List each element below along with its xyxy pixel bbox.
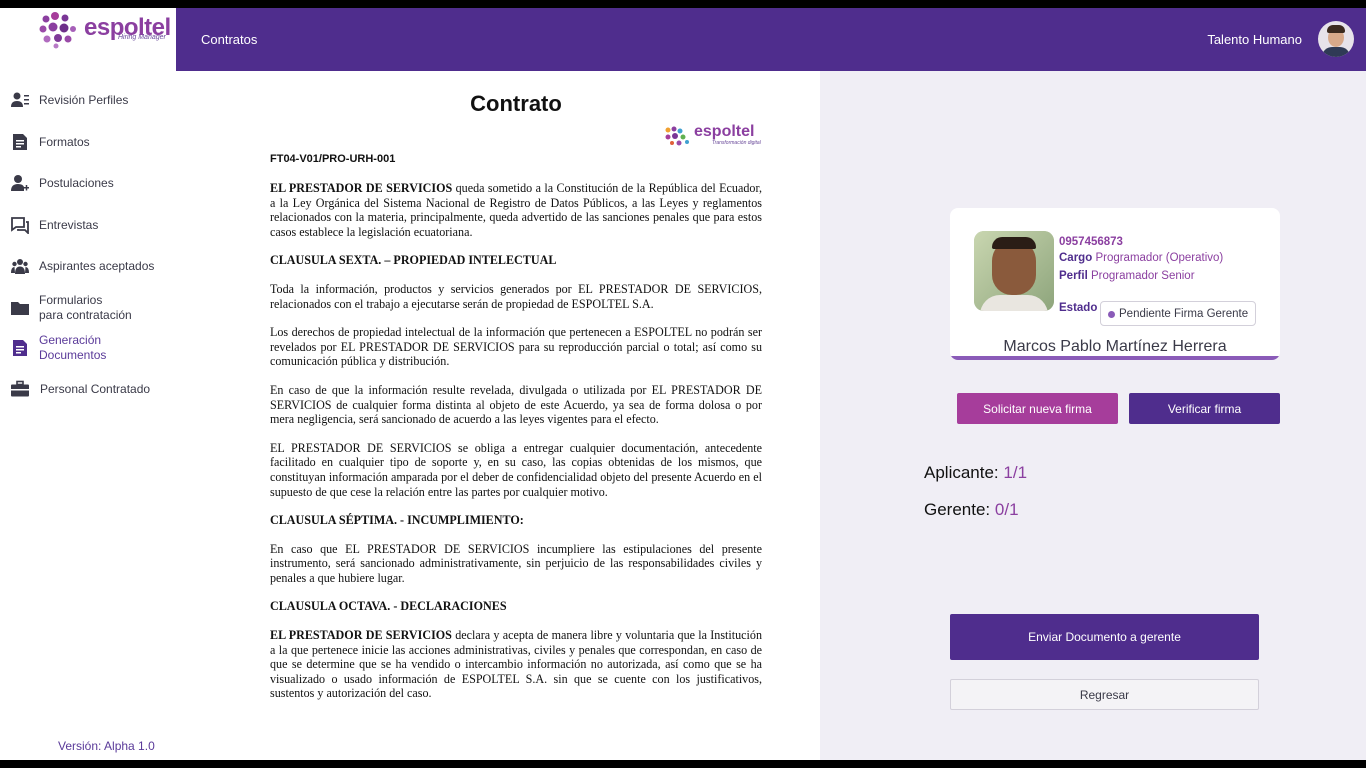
solicitar-firma-button[interactable]: Solicitar nueva firma <box>957 393 1118 424</box>
gerente-signatures: Gerente: 0/1 <box>924 500 1019 519</box>
sidebar: espoltel Hiring Manager Revisión Perfile… <box>0 8 176 760</box>
logo-dots-icon <box>665 126 689 146</box>
document-edit-icon <box>13 340 27 356</box>
group-icon <box>11 259 29 274</box>
logo-dots-icon <box>39 12 76 49</box>
sidebar-item-label: Formularios para contratación <box>39 293 132 322</box>
sidebar-item-label: Generación Documentos <box>39 333 107 362</box>
sidebar-item-label: Entrevistas <box>39 217 99 232</box>
sidebar-item-aspirantes-aceptados[interactable]: Aspirantes aceptados <box>0 248 176 284</box>
document-paragraph: EL PRESTADOR DE SERVICIOS se obliga a en… <box>270 440 762 499</box>
candidate-perfil: Perfil Programador Senior <box>1059 270 1195 282</box>
folder-icon <box>11 302 29 315</box>
regresar-button[interactable]: Regresar <box>950 679 1259 710</box>
candidate-name: Marcos Pablo Martínez Herrera <box>1003 338 1227 355</box>
candidate-panel: 0957456873 Cargo Programador (Operativo)… <box>820 71 1366 760</box>
document-paragraph: En caso que EL PRESTADOR DE SERVICIOS in… <box>270 541 762 585</box>
verificar-firma-button[interactable]: Verificar firma <box>1129 393 1280 424</box>
sidebar-item-personal-contratado[interactable]: Personal Contratado <box>0 371 176 407</box>
logo[interactable]: espoltel Hiring Manager <box>38 11 178 51</box>
candidate-photo <box>974 231 1054 311</box>
sidebar-item-label: Postulaciones <box>39 175 114 190</box>
candidate-cargo: Cargo Programador (Operativo) <box>1059 252 1224 264</box>
page-title: Contratos <box>201 32 258 47</box>
document-logo-text: espoltel <box>694 123 755 140</box>
user-role: Talento Humano <box>1207 32 1302 47</box>
document-code: FT04-V01/PRO-URH-001 <box>270 153 396 165</box>
sidebar-item-label: Revisión Perfiles <box>39 92 129 107</box>
document-heading: CLAUSULA OCTAVA. - DECLARACIONES <box>270 599 507 614</box>
document-paragraph: Los derechos de propiedad intelectual de… <box>270 325 762 369</box>
sidebar-item-formatos[interactable]: Formatos <box>0 124 176 160</box>
aplicante-signatures: Aplicante: 1/1 <box>924 463 1028 482</box>
user-add-icon <box>11 175 29 191</box>
document-viewer[interactable]: Contrato espoltel Transformación digital… <box>176 71 820 760</box>
document-paragraph: Toda la información, productos y servici… <box>270 281 762 311</box>
candidate-id: 0957456873 <box>1059 236 1123 248</box>
status-dot-icon <box>1108 311 1115 318</box>
document-heading: CLAUSULA SÉPTIMA. - INCUMPLIMIENTO: <box>270 513 524 528</box>
sidebar-item-revision-perfiles[interactable]: Revisión Perfiles <box>0 82 176 118</box>
user-list-icon <box>11 92 29 107</box>
status-badge: Pendiente Firma Gerente <box>1100 301 1256 326</box>
enviar-documento-button[interactable]: Enviar Documento a gerente <box>950 614 1259 660</box>
estado-label: Estado <box>1059 302 1098 314</box>
sidebar-item-generacion-documentos[interactable]: Generación Documentos <box>0 329 176 367</box>
document-paragraph: EL PRESTADOR DE SERVICIOS queda sometido… <box>270 181 763 239</box>
document-logo-sub: Transformación digital <box>712 140 761 146</box>
document-icon <box>13 134 27 150</box>
document-body: EL PRESTADOR DE SERVICIOS queda sometido… <box>270 181 762 715</box>
chat-icon <box>11 217 29 234</box>
sidebar-item-label: Formatos <box>39 134 90 149</box>
document-logo: espoltel Transformación digital <box>664 123 764 147</box>
sidebar-item-entrevistas[interactable]: Entrevistas <box>0 207 176 243</box>
sidebar-item-formularios[interactable]: Formularios para contratación <box>0 289 176 327</box>
top-bar: Contratos Talento Humano <box>176 8 1366 71</box>
avatar[interactable] <box>1318 21 1354 57</box>
document-paragraph: En caso de que la información resulte re… <box>270 382 762 427</box>
candidate-info: 0957456873 Cargo Programador (Operativo)… <box>1059 234 1274 284</box>
version-label: Versión: Alpha 1.0 <box>58 739 155 753</box>
logo-subtitle: Hiring Manager <box>118 34 166 41</box>
document-title: Contrato <box>470 91 562 116</box>
document-paragraph: EL PRESTADOR DE SERVICIOS declara y acep… <box>270 628 763 701</box>
briefcase-icon <box>11 380 29 397</box>
app-frame: espoltel Hiring Manager Revisión Perfile… <box>0 8 1366 760</box>
sidebar-item-label: Personal Contratado <box>40 381 151 396</box>
sidebar-item-label: Aspirantes aceptados <box>39 258 155 273</box>
document-heading: CLAUSULA SEXTA. – PROPIEDAD INTELECTUAL <box>270 253 557 268</box>
sidebar-item-postulaciones[interactable]: Postulaciones <box>0 165 176 201</box>
candidate-card: 0957456873 Cargo Programador (Operativo)… <box>950 208 1280 360</box>
